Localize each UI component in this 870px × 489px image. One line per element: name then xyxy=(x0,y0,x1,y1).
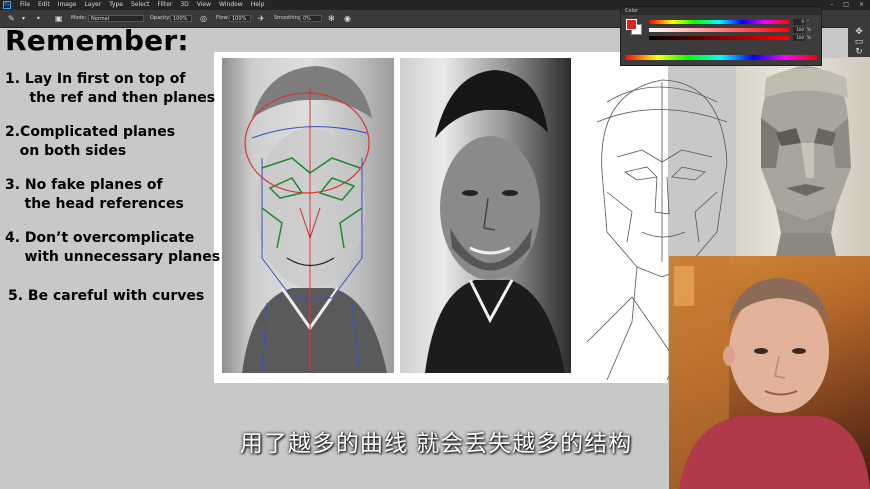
menu-3d[interactable]: 3D xyxy=(180,0,188,10)
menu-items: File Edit Image Layer Type Select Filter… xyxy=(20,0,264,10)
reference-portrait-image xyxy=(425,70,565,373)
right-panel-tools: ✥ ▭ ↻ xyxy=(848,27,870,57)
pressure-size-icon[interactable]: ◉ xyxy=(344,10,351,27)
smoothing-field[interactable]: 0% xyxy=(300,15,322,22)
reference-photo xyxy=(400,58,571,373)
lesson-heading: Remember: xyxy=(5,24,189,57)
gear-icon[interactable]: ✻ xyxy=(328,10,335,27)
smoothing-label: Smoothing: xyxy=(274,15,303,21)
opacity-field[interactable]: 100% xyxy=(170,15,192,22)
video-subtitle: 用了越多的曲线 就会丢失越多的结构 xyxy=(239,431,633,457)
saturation-slider[interactable] xyxy=(649,28,789,32)
foreground-color-swatch[interactable] xyxy=(626,19,637,30)
menu-type[interactable]: Type xyxy=(109,0,123,10)
menu-file[interactable]: File xyxy=(20,0,30,10)
brightness-unit: % xyxy=(807,35,811,40)
saturation-unit: % xyxy=(807,27,811,32)
move-icon[interactable]: ✥ xyxy=(848,27,870,37)
construction-lines-overlay xyxy=(242,66,387,373)
hue-value[interactable]: 0 xyxy=(793,19,805,25)
window-controls: – □ × xyxy=(830,0,864,10)
hue-unit: ° xyxy=(807,19,809,24)
close-icon[interactable]: × xyxy=(859,0,864,10)
rule-5: 5. Be careful with curves xyxy=(8,288,205,304)
rule-4: 4. Don’t overcomplicate with unnecessary… xyxy=(5,230,221,265)
rule-3: 3. No fake planes of the head references xyxy=(5,177,184,212)
saturation-value[interactable]: 100 xyxy=(793,27,805,33)
color-panel-title[interactable]: Color xyxy=(621,7,821,15)
webcam-overlay xyxy=(669,256,870,489)
rule-1: 1. Lay In first on top of the ref and th… xyxy=(5,71,216,106)
menu-window[interactable]: Window xyxy=(219,0,243,10)
color-spectrum-ramp[interactable] xyxy=(625,55,817,60)
flow-label: Flow: xyxy=(216,15,229,21)
menu-layer[interactable]: Layer xyxy=(84,0,101,10)
asaro-head-image xyxy=(761,66,851,256)
mode-select[interactable]: Normal xyxy=(88,15,144,22)
planes-head-bust xyxy=(736,58,870,256)
artboard-icon[interactable]: ▭ xyxy=(848,37,870,47)
menu-select[interactable]: Select xyxy=(131,0,150,10)
menu-view[interactable]: View xyxy=(197,0,211,10)
hue-slider[interactable] xyxy=(649,20,789,24)
pressure-opacity-icon[interactable]: ◎ xyxy=(200,10,207,27)
minimize-icon[interactable]: – xyxy=(830,0,833,10)
color-panel: Color 0 100 100 ° % % xyxy=(620,6,822,66)
flow-field[interactable]: 100% xyxy=(229,15,251,22)
photoshop-logo-icon[interactable]: Ps xyxy=(3,1,11,9)
panel-tab-strip xyxy=(822,10,848,27)
airbrush-icon[interactable]: ✈ xyxy=(258,10,265,27)
rule-2: 2.Complicated planes on both sides xyxy=(5,124,176,159)
presenter-video-image xyxy=(669,256,870,489)
rotate-icon[interactable]: ↻ xyxy=(848,47,870,57)
maximize-icon[interactable]: □ xyxy=(843,0,849,10)
brightness-slider[interactable] xyxy=(649,36,789,40)
menu-filter[interactable]: Filter xyxy=(158,0,173,10)
brightness-value[interactable]: 100 xyxy=(793,35,805,41)
menu-edit[interactable]: Edit xyxy=(38,0,50,10)
menu-image[interactable]: Image xyxy=(58,0,77,10)
menu-help[interactable]: Help xyxy=(251,0,265,10)
reference-photo-with-construction xyxy=(222,58,394,373)
